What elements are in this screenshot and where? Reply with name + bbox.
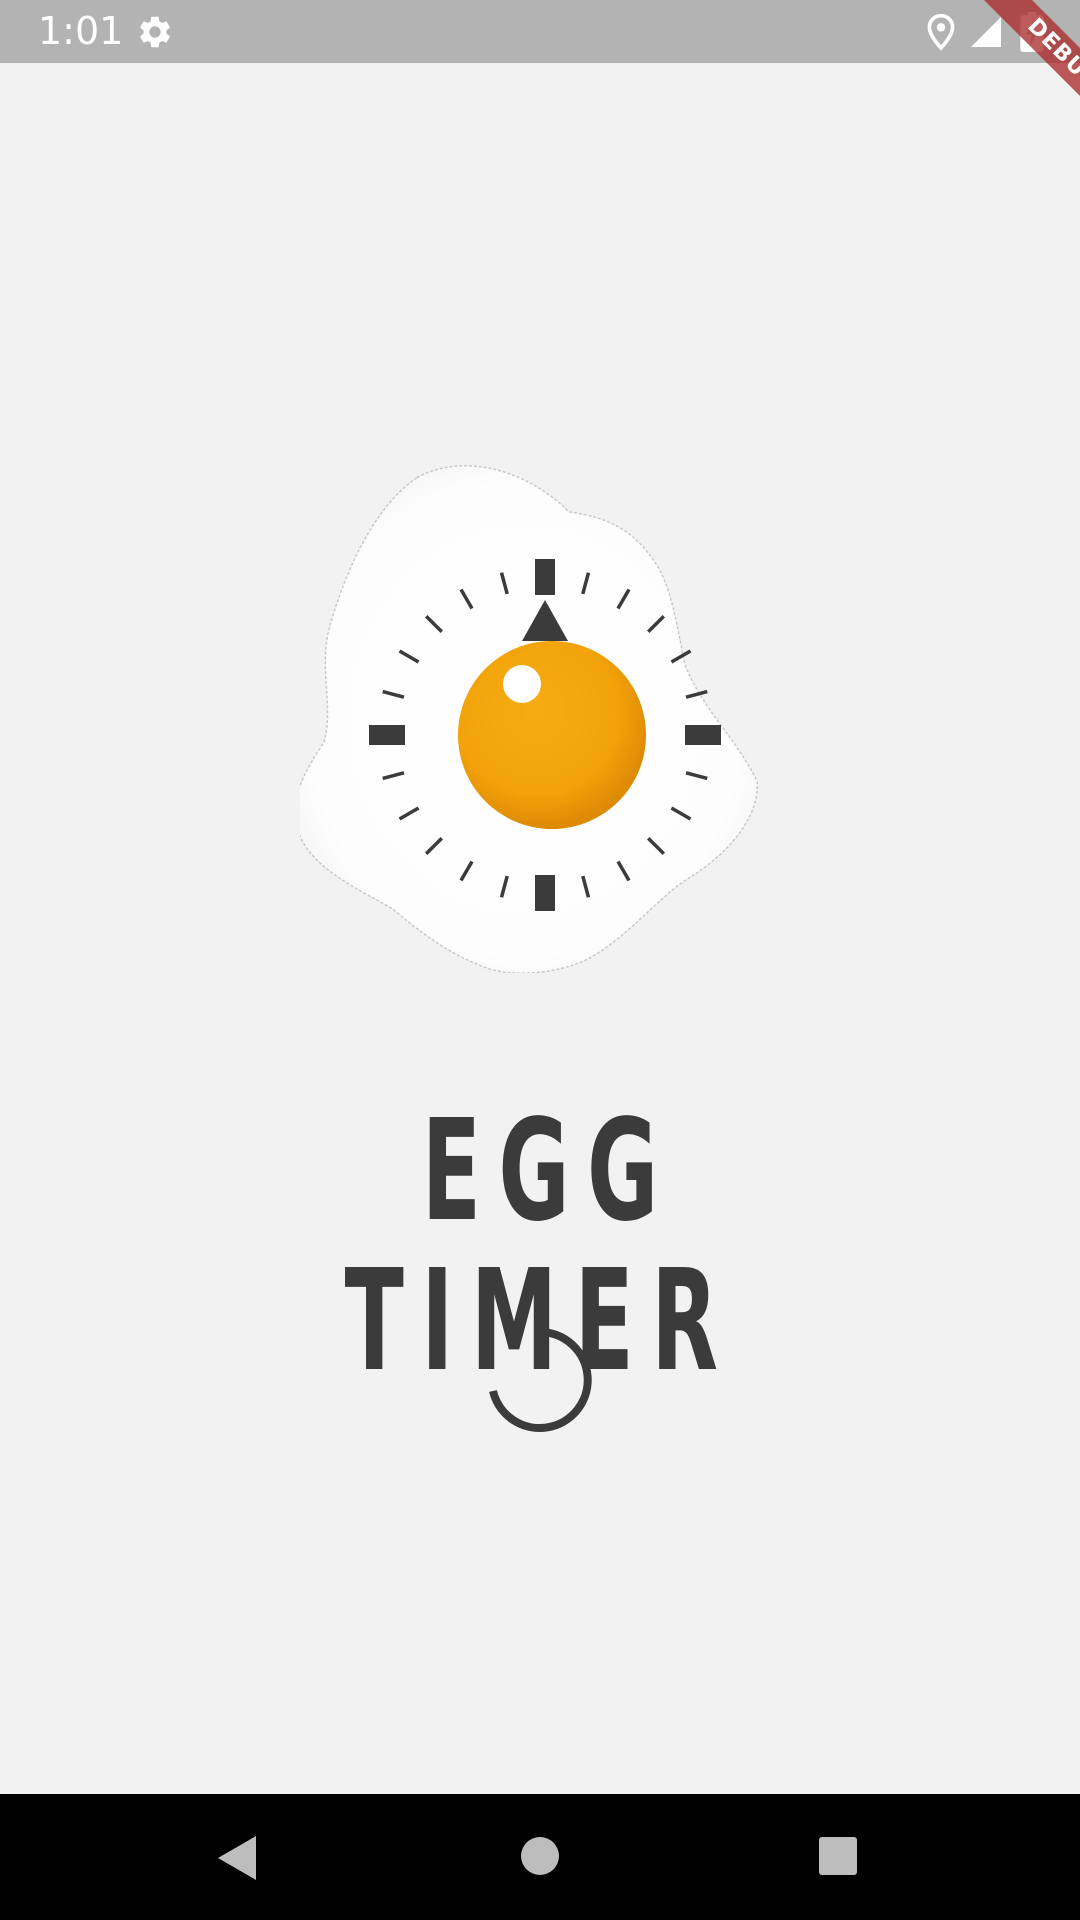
cell-signal-icon <box>971 17 1001 47</box>
status-bar: 1:01 <box>0 0 1080 63</box>
navigation-bar <box>0 1794 1080 1920</box>
splash-screen: EGG TIMER <box>0 63 1080 1794</box>
loading-spinner <box>489 1328 592 1432</box>
recents-square-icon[interactable] <box>818 1836 858 1876</box>
egg-yolk <box>458 641 646 829</box>
battery-charging-icon <box>1020 12 1044 52</box>
yolk-highlight <box>503 665 541 703</box>
home-circle-icon[interactable] <box>520 1836 560 1876</box>
settings-gear-icon <box>140 16 170 48</box>
location-pin-icon <box>927 13 955 51</box>
back-triangle-icon[interactable] <box>216 1834 260 1882</box>
status-time: 1:01 <box>38 9 124 53</box>
fried-egg-timer-logo <box>300 465 759 973</box>
